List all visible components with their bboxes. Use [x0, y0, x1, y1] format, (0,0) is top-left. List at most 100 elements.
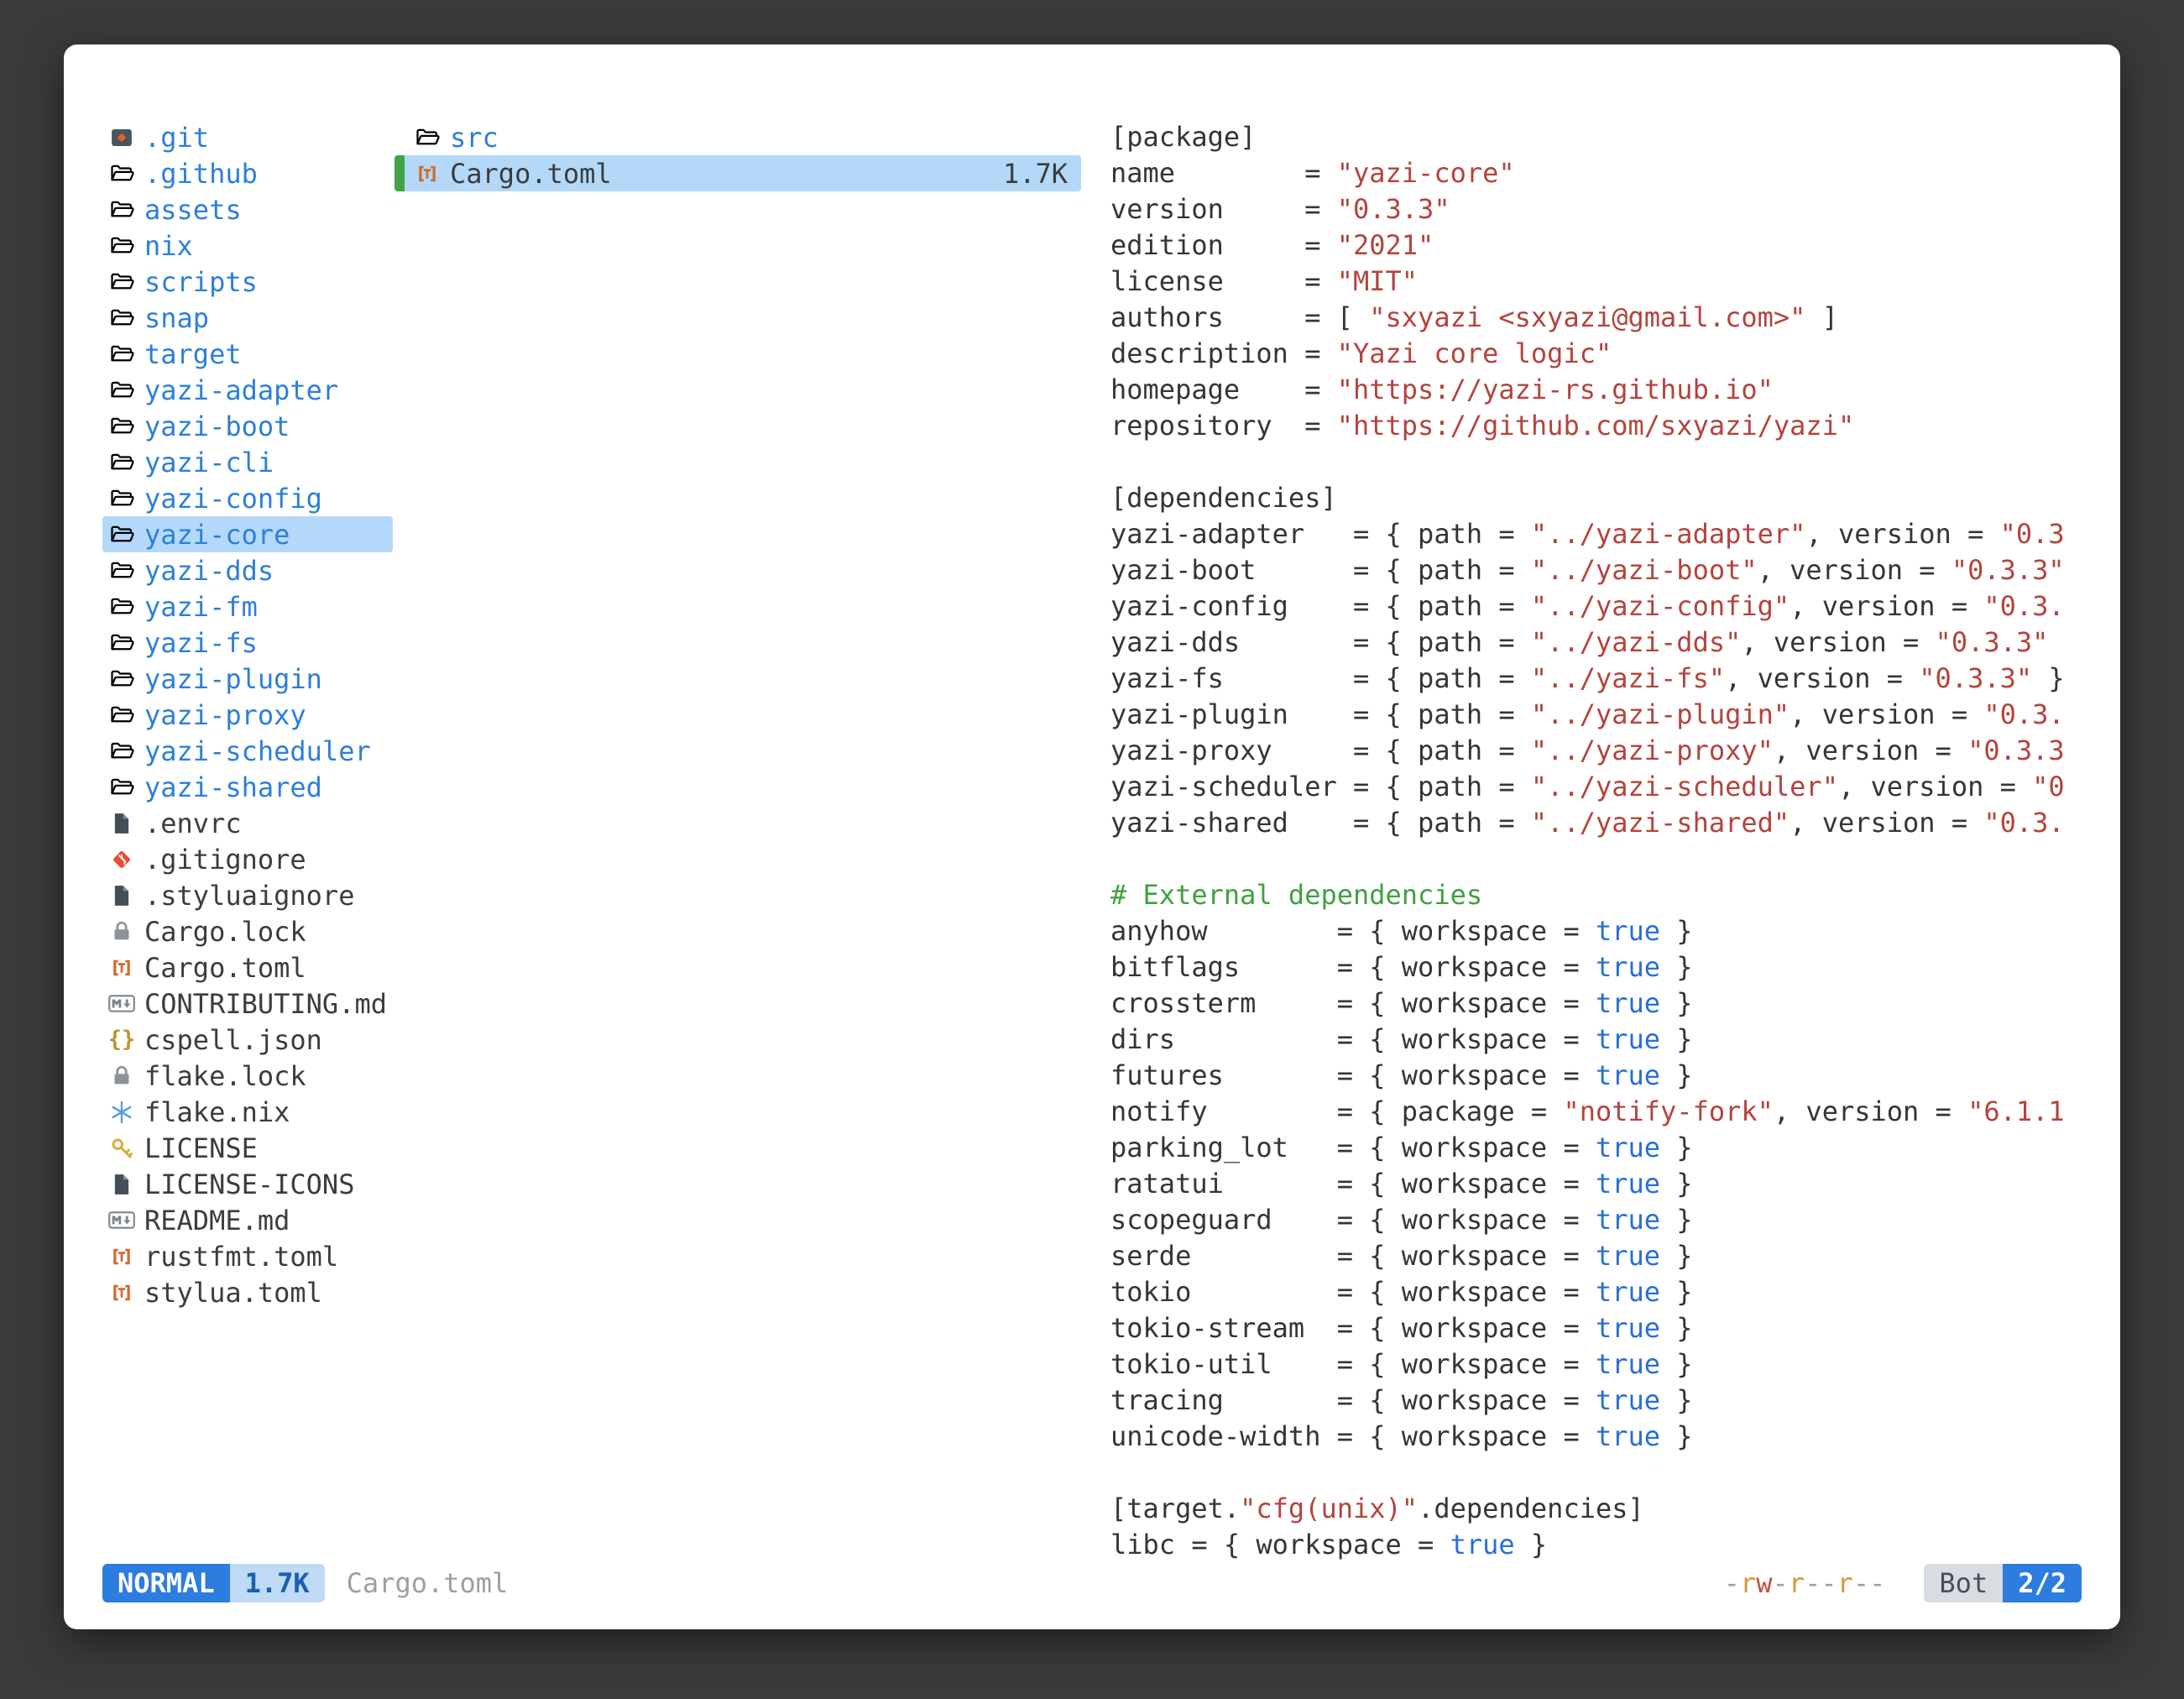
file-row[interactable]: snap: [102, 300, 393, 336]
folder-icon: [106, 447, 138, 478]
file-name: flake.lock: [144, 1060, 306, 1092]
file-row[interactable]: CONTRIBUTING.md: [102, 985, 393, 1022]
file-name: yazi-fs: [144, 627, 258, 659]
folder-icon: [106, 374, 138, 406]
file-name: CONTRIBUTING.md: [144, 988, 387, 1020]
file-row[interactable]: .github: [102, 155, 393, 191]
file-row[interactable]: LICENSE: [102, 1130, 393, 1166]
file-row[interactable]: yazi-config: [102, 480, 393, 516]
preview-line: crossterm = { workspace = true }: [1110, 985, 2097, 1022]
file-name: Cargo.toml: [450, 158, 612, 190]
file-row[interactable]: yazi-fs: [102, 625, 393, 661]
folder-icon: [106, 663, 138, 695]
file-row[interactable]: flake.lock: [102, 1058, 393, 1094]
preview-pane[interactable]: [package]name = "yazi-core"version = "0.…: [1110, 119, 2097, 1563]
file-row[interactable]: target: [102, 336, 393, 372]
preview-line: license = "MIT": [1110, 264, 2097, 300]
folder-icon: [106, 158, 138, 190]
file-name: yazi-adapter: [144, 374, 338, 406]
file-row[interactable]: scripts: [102, 264, 393, 300]
file-name: yazi-shared: [144, 771, 322, 803]
file-row[interactable]: {}cspell.json: [102, 1022, 393, 1058]
parent-pane[interactable]: .git.githubassetsnixscriptssnaptargetyaz…: [102, 119, 393, 1310]
preview-line: notify = { package = "notify-fork", vers…: [1110, 1094, 2097, 1130]
file-name: .gitignore: [144, 844, 306, 876]
preview-line: parking_lot = { workspace = true }: [1110, 1130, 2097, 1166]
preview-line: yazi-scheduler = { path = "../yazi-sched…: [1110, 769, 2097, 805]
preview-line: anyhow = { workspace = true }: [1110, 913, 2097, 949]
toml-icon: [411, 158, 443, 190]
preview-line: futures = { workspace = true }: [1110, 1058, 2097, 1094]
file-name: yazi-dds: [144, 555, 274, 587]
file-row[interactable]: yazi-scheduler: [102, 733, 393, 769]
file-row[interactable]: flake.nix: [102, 1094, 393, 1130]
file-row[interactable]: Cargo.toml 1.7K: [394, 155, 1081, 191]
file-index-badge: 2/2: [2003, 1564, 2082, 1602]
preview-line: [package]: [1110, 119, 2097, 155]
file-row[interactable]: nix: [102, 227, 393, 264]
file-row[interactable]: src: [394, 119, 1081, 155]
preview-line: [1110, 841, 2097, 877]
preview-line: description = "Yazi core logic": [1110, 336, 2097, 372]
file-icon: [106, 808, 138, 839]
file-name: yazi-scheduler: [144, 735, 371, 767]
folder-icon: [106, 591, 138, 623]
file-row[interactable]: .envrc: [102, 805, 393, 841]
file-name: Cargo.lock: [144, 916, 306, 948]
file-name: nix: [144, 230, 193, 262]
preview-line: tokio-util = { workspace = true }: [1110, 1346, 2097, 1383]
file-row[interactable]: yazi-adapter: [102, 372, 393, 408]
file-row[interactable]: .styluaignore: [102, 877, 393, 913]
file-row[interactable]: Cargo.lock: [102, 913, 393, 949]
toml-icon: [106, 1241, 138, 1273]
file-row[interactable]: yazi-shared: [102, 769, 393, 805]
key-icon: [106, 1132, 138, 1164]
folder-icon: [106, 735, 138, 767]
file-name: LICENSE: [144, 1132, 258, 1164]
lock-icon: [106, 1060, 138, 1092]
file-row[interactable]: LICENSE-ICONS: [102, 1166, 393, 1202]
file-row[interactable]: README.md: [102, 1202, 393, 1238]
file-icon: [106, 1168, 138, 1200]
file-name: assets: [144, 194, 242, 226]
folder-icon: [106, 519, 138, 551]
file-row[interactable]: Cargo.toml: [102, 949, 393, 985]
file-permissions: -rw-r--r--: [1724, 1567, 1886, 1599]
preview-line: bitflags = { workspace = true }: [1110, 949, 2097, 985]
file-row[interactable]: yazi-boot: [102, 408, 393, 444]
file-row[interactable]: .gitignore: [102, 841, 393, 877]
git-icon: [106, 844, 138, 876]
folder-icon: [106, 266, 138, 298]
file-row[interactable]: .git: [102, 119, 393, 155]
preview-line: name = "yazi-core": [1110, 155, 2097, 191]
braces-icon: {}: [106, 1024, 138, 1056]
file-name: yazi-core: [144, 519, 290, 551]
folder-icon: [106, 771, 138, 803]
file-row[interactable]: yazi-plugin: [102, 661, 393, 697]
preview-line: yazi-fs = { path = "../yazi-fs", version…: [1110, 661, 2097, 697]
preview-line: tokio = { workspace = true }: [1110, 1274, 2097, 1310]
file-name: yazi-fm: [144, 591, 258, 623]
current-pane[interactable]: srcCargo.toml 1.7K: [394, 119, 1081, 191]
file-row[interactable]: stylua.toml: [102, 1274, 393, 1310]
file-size: 1.7K: [1003, 158, 1076, 190]
folder-icon: [106, 555, 138, 587]
file-row[interactable]: assets: [102, 191, 393, 227]
file-row[interactable]: yazi-proxy: [102, 697, 393, 733]
file-row[interactable]: rustfmt.toml: [102, 1238, 393, 1274]
preview-line: [dependencies]: [1110, 480, 2097, 516]
preview-line: authors = [ "sxyazi <sxyazi@gmail.com>" …: [1110, 300, 2097, 336]
file-row[interactable]: yazi-fm: [102, 588, 393, 625]
file-row[interactable]: yazi-core: [102, 516, 393, 552]
preview-line: yazi-boot = { path = "../yazi-boot", ver…: [1110, 552, 2097, 588]
folder-icon: [106, 338, 138, 370]
mode-badge: NORMAL: [102, 1564, 230, 1602]
yazi-window: .git.githubassetsnixscriptssnaptargetyaz…: [64, 44, 2120, 1629]
file-row[interactable]: yazi-cli: [102, 444, 393, 480]
preview-line: libc = { workspace = true }: [1110, 1527, 2097, 1563]
status-bar: NORMAL 1.7K Cargo.toml -rw-r--r-- Bot 2/…: [102, 1564, 2082, 1602]
file-name: yazi-config: [144, 483, 322, 515]
file-name: .github: [144, 158, 258, 190]
file-row[interactable]: yazi-dds: [102, 552, 393, 588]
folder-icon: [106, 194, 138, 226]
